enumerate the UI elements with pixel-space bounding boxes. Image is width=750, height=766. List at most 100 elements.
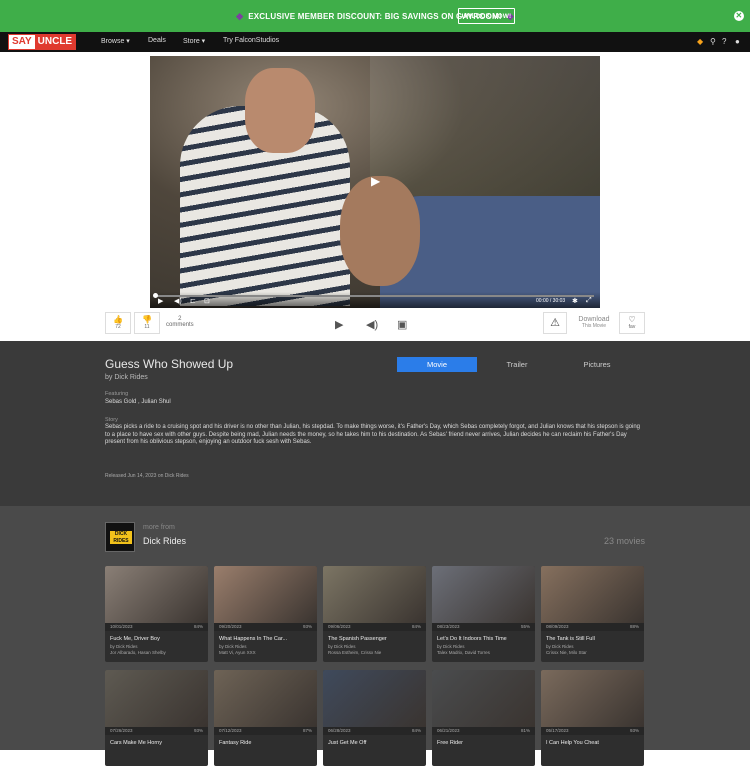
card-title[interactable]: Fantasy Ride bbox=[219, 740, 251, 746]
card-rating: 84% bbox=[411, 624, 421, 629]
movie-card[interactable]: 10/01/2023 84% Fuck Me, Driver Boy by Dick … bbox=[105, 566, 208, 662]
close-icon[interactable]: ✕ bbox=[734, 11, 744, 21]
story-label: Story bbox=[105, 417, 118, 423]
card-studio[interactable]: by Dick Rides bbox=[437, 644, 465, 649]
nav-try-falcon[interactable]: Try FalconStudios bbox=[223, 37, 279, 44]
card-rating: 88% bbox=[629, 624, 639, 629]
card-title[interactable]: Free Rider bbox=[437, 740, 463, 746]
fullscreen-icon[interactable]: ⤢ bbox=[586, 297, 592, 305]
card-rating: 93% bbox=[629, 728, 639, 733]
card-performers[interactable]: Matt Vi, Ayun XXX bbox=[219, 650, 256, 655]
video-player[interactable]: ▶ bbox=[150, 56, 600, 308]
favorite-button[interactable]: ♡ fav bbox=[619, 312, 645, 334]
like-button[interactable]: 👍 72 bbox=[105, 312, 131, 334]
nav-browse[interactable]: Browse ▾ bbox=[101, 37, 130, 45]
volume-icon[interactable]: ◀) bbox=[174, 297, 182, 305]
card-title[interactable]: What Happens In The Car... bbox=[219, 636, 287, 642]
card-title[interactable]: Let's Do It Indoors This Time bbox=[437, 636, 507, 642]
card-date: 08/23/2023 bbox=[437, 624, 460, 629]
card-title[interactable]: Fuck Me, Driver Boy bbox=[110, 636, 160, 642]
gem-icon[interactable]: ◆ bbox=[697, 37, 703, 46]
movie-card[interactable]: 06/21/2023 81% Free Rider bbox=[432, 670, 535, 766]
help-icon[interactable]: ? bbox=[722, 37, 726, 46]
thumbs-up-icon: 👍 bbox=[113, 315, 123, 324]
card-title[interactable]: The Tank is Still Full bbox=[546, 636, 595, 642]
movie-card[interactable]: 07/26/2023 93% Cars Make Me Horny bbox=[105, 670, 208, 766]
tab-pictures[interactable]: Pictures bbox=[557, 357, 637, 372]
card-title[interactable]: I Can Help You Cheat bbox=[546, 740, 599, 746]
card-meta: 07/12/2023 87% bbox=[214, 727, 317, 735]
play-movie-icon[interactable]: ▶ bbox=[335, 318, 343, 331]
movie-card[interactable]: 09/20/2023 93% What Happens In The Car... b… bbox=[214, 566, 317, 662]
movie-info: Guess Who Showed Up by Dick Rides Movie … bbox=[0, 341, 750, 506]
top-nav: SAY UNCLE Browse ▾ Deals Store ▾ Try Fal… bbox=[0, 32, 750, 52]
comments-label: comments bbox=[166, 322, 194, 328]
more-from-section: DICK RIDES more from Dick Rides 23 movie… bbox=[0, 506, 750, 766]
movie-thumbnail[interactable] bbox=[105, 566, 208, 623]
nav-deals[interactable]: Deals bbox=[148, 37, 166, 44]
movie-thumbnail[interactable] bbox=[105, 670, 208, 727]
card-title[interactable]: Cars Make Me Horny bbox=[110, 740, 162, 746]
movie-studio-link[interactable]: by Dick Rides bbox=[105, 374, 148, 381]
movie-card[interactable]: 07/12/2023 87% Fantasy Ride bbox=[214, 670, 317, 766]
card-studio[interactable]: by Dick Rides bbox=[546, 644, 574, 649]
site-logo[interactable]: SAY UNCLE bbox=[8, 34, 77, 50]
movie-thumbnail[interactable] bbox=[323, 566, 426, 623]
movie-thumbnail[interactable] bbox=[432, 670, 535, 727]
progress-handle[interactable] bbox=[153, 293, 158, 298]
movie-card[interactable]: 05/17/2023 93% I Can Help You Cheat bbox=[541, 670, 644, 766]
studio-logo[interactable]: DICK RIDES bbox=[105, 522, 135, 552]
video-figure bbox=[245, 68, 315, 153]
card-meta: 10/01/2023 84% bbox=[105, 623, 208, 631]
user-icon[interactable]: ● bbox=[735, 37, 740, 46]
cast-icon[interactable]: ⊡ bbox=[204, 297, 210, 305]
movie-title: Guess Who Showed Up bbox=[105, 357, 234, 371]
warning-icon[interactable]: ⚠ bbox=[543, 312, 567, 334]
card-performers[interactable]: Rossa Estheim, Crissx Nie bbox=[328, 650, 381, 655]
card-performers[interactable]: Crissx Nie, Milo Star bbox=[546, 650, 587, 655]
progress-bar[interactable] bbox=[153, 293, 594, 298]
card-rating: 55% bbox=[520, 624, 530, 629]
tab-movie[interactable]: Movie bbox=[397, 357, 477, 372]
nav-store[interactable]: Store ▾ bbox=[183, 37, 205, 45]
card-title[interactable]: The Spanish Passenger bbox=[328, 636, 387, 642]
card-studio[interactable]: by Dick Rides bbox=[110, 644, 138, 649]
movie-thumbnail[interactable] bbox=[214, 566, 317, 623]
movie-thumbnail[interactable] bbox=[432, 566, 535, 623]
card-performers[interactable]: Jor Albarado, Hasan Shelby bbox=[110, 650, 166, 655]
movie-card[interactable]: 06/28/2023 84% Just Get Me Off bbox=[323, 670, 426, 766]
card-studio[interactable]: by Dick Rides bbox=[328, 644, 356, 649]
video-figure bbox=[340, 176, 420, 286]
heart-icon: ♡ bbox=[628, 315, 636, 324]
download-button[interactable]: Download This Movie bbox=[570, 316, 618, 329]
movie-thumbnail[interactable] bbox=[541, 566, 644, 623]
dislike-button[interactable]: 👎 11 bbox=[134, 312, 160, 334]
studio-name[interactable]: Dick Rides bbox=[143, 536, 186, 546]
card-meta: 06/21/2023 81% bbox=[432, 727, 535, 735]
movie-card[interactable]: 08/23/2023 55% Let's Do It Indoors This Ti… bbox=[432, 566, 535, 662]
gallery-icon[interactable]: ▣ bbox=[397, 318, 407, 331]
unlock-button[interactable]: UNLOCK NOW! bbox=[458, 8, 515, 24]
movie-card[interactable]: 08/09/2023 88% The Tank is Still Full by Di… bbox=[541, 566, 644, 662]
gear-icon[interactable]: ✱ bbox=[572, 297, 578, 305]
audio-icon[interactable]: ◀) bbox=[366, 318, 378, 331]
pip-icon[interactable]: ⊏ bbox=[190, 297, 196, 305]
eggplant-icon: ◆ bbox=[236, 10, 244, 21]
tab-trailer[interactable]: Trailer bbox=[477, 357, 557, 372]
movie-thumbnail[interactable] bbox=[541, 670, 644, 727]
movie-thumbnail[interactable] bbox=[323, 670, 426, 727]
card-date: 09/06/2023 bbox=[328, 624, 351, 629]
card-studio[interactable]: by Dick Rides bbox=[219, 644, 247, 649]
movie-card[interactable]: 09/06/2023 84% The Spanish Passenger by Dic… bbox=[323, 566, 426, 662]
big-play-icon[interactable]: ▶ bbox=[371, 174, 380, 188]
search-icon[interactable]: ⚲ bbox=[710, 37, 716, 46]
comments-link[interactable]: 2 comments bbox=[166, 316, 194, 328]
story-text: Sebas picks a ride to a cruising spot an… bbox=[105, 424, 641, 445]
movie-thumbnail[interactable] bbox=[214, 670, 317, 727]
play-icon[interactable]: ▶ bbox=[158, 297, 163, 305]
card-performers[interactable]: Talex Madrix, David Torres bbox=[437, 650, 490, 655]
card-meta: 09/20/2023 93% bbox=[214, 623, 317, 631]
card-rating: 87% bbox=[302, 728, 312, 733]
featuring-performers[interactable]: Sebas Gold , Julian Shul bbox=[105, 399, 171, 405]
card-title[interactable]: Just Get Me Off bbox=[328, 740, 366, 746]
